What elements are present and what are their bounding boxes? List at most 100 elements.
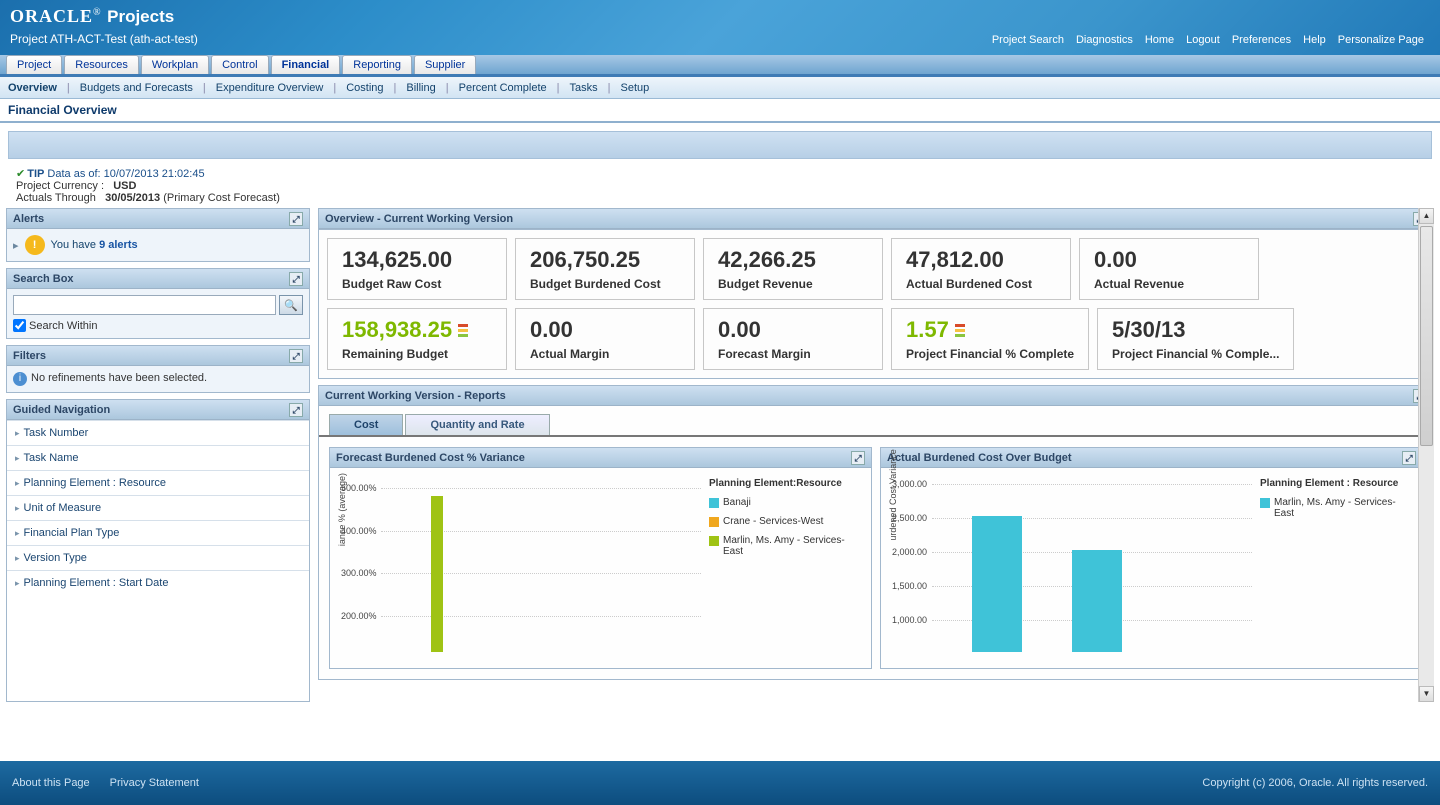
info-block: ✔TIP Data as of: 10/07/2013 21:02:45 Pro…: [0, 163, 1440, 208]
y-axis-label: urdened Cost Variance: [888, 449, 898, 540]
bell-icon: !: [25, 235, 45, 255]
bullet-icon: [458, 324, 470, 339]
guided-item[interactable]: ▸Task Number: [7, 420, 309, 445]
scroll-down-icon[interactable]: ▼: [1419, 686, 1434, 702]
search-panel: Search Box⤢ 🔍 Search Within: [6, 268, 310, 339]
search-within-checkbox[interactable]: [13, 319, 26, 332]
expand-icon[interactable]: ⤢: [289, 272, 303, 286]
subnav-tasks[interactable]: Tasks: [570, 82, 598, 94]
metric-tile: 1.57Project Financial % Complete: [891, 308, 1089, 370]
guided-item[interactable]: ▸Unit of Measure: [7, 495, 309, 520]
tab-control[interactable]: Control: [211, 55, 268, 74]
metric-tile: 0.00Forecast Margin: [703, 308, 883, 370]
legend-title: Planning Element : Resource: [1260, 478, 1412, 489]
subnav-billing[interactable]: Billing: [406, 82, 435, 94]
bar: [431, 496, 443, 652]
brand-logo: ORACLE® Projects: [10, 6, 174, 27]
guided-item[interactable]: ▸Financial Plan Type: [7, 520, 309, 545]
caret-icon[interactable]: ▸: [13, 239, 19, 252]
bar: [1072, 550, 1122, 652]
scrollbar[interactable]: ▲ ▼: [1418, 208, 1434, 702]
toplink-preferences[interactable]: Preferences: [1232, 34, 1291, 46]
search-input[interactable]: [13, 295, 276, 315]
tab-resources[interactable]: Resources: [64, 55, 139, 74]
caret-icon: ▸: [15, 478, 20, 488]
footer: About this Page Privacy Statement Copyrig…: [0, 761, 1440, 805]
tick-label: 500.00%: [341, 483, 377, 493]
metric-tile: 0.00Actual Margin: [515, 308, 695, 370]
subnav-percent-complete[interactable]: Percent Complete: [459, 82, 547, 94]
alerts-link[interactable]: 9 alerts: [99, 239, 138, 251]
report-tab-quantity-and-rate[interactable]: Quantity and Rate: [405, 414, 549, 435]
expand-icon[interactable]: ⤢: [289, 212, 303, 226]
search-button[interactable]: 🔍: [279, 295, 303, 315]
tab-reporting[interactable]: Reporting: [342, 55, 412, 74]
main-tabs: ProjectResourcesWorkplanControlFinancial…: [0, 55, 1440, 77]
alerts-panel: Alerts⤢ ▸ ! You have 9 alerts: [6, 208, 310, 262]
sub-nav: Overview|Budgets and Forecasts|Expenditu…: [0, 77, 1440, 99]
tab-supplier[interactable]: Supplier: [414, 55, 476, 74]
project-title: Project ATH-ACT-Test (ath-act-test): [10, 32, 198, 46]
overview-panel: Overview - Current Working Version⤢: [318, 208, 1434, 230]
tick-label: 400.00%: [341, 526, 377, 536]
scroll-up-icon[interactable]: ▲: [1419, 208, 1434, 224]
expand-icon[interactable]: ⤢: [851, 451, 865, 465]
info-icon: i: [13, 372, 27, 386]
metric-tile: 5/30/13Project Financial % Comple...: [1097, 308, 1294, 370]
legend-item: Crane - Services-West: [709, 516, 861, 527]
subnav-overview[interactable]: Overview: [8, 82, 57, 94]
guided-item[interactable]: ▸Task Name: [7, 445, 309, 470]
toplink-help[interactable]: Help: [1303, 34, 1326, 46]
toplink-project-search[interactable]: Project Search: [992, 34, 1064, 46]
guided-item[interactable]: ▸Planning Element : Start Date: [7, 570, 309, 595]
scroll-thumb[interactable]: [1420, 226, 1433, 446]
expand-icon[interactable]: ⤢: [289, 349, 303, 363]
subnav-expenditure-overview[interactable]: Expenditure Overview: [216, 82, 324, 94]
tick-label: 2,500.00: [892, 513, 927, 523]
caret-icon: ▸: [15, 553, 20, 563]
search-icon: 🔍: [284, 299, 298, 312]
subnav-costing[interactable]: Costing: [346, 82, 383, 94]
toplink-personalize-page[interactable]: Personalize Page: [1338, 34, 1424, 46]
tick-label: 1,000.00: [892, 615, 927, 625]
reports-panel: Current Working Version - Reports⤢ CostQ…: [318, 385, 1434, 680]
toplink-logout[interactable]: Logout: [1186, 34, 1220, 46]
expand-icon[interactable]: ⤢: [289, 403, 303, 417]
caret-icon: ▸: [15, 453, 20, 463]
chart-actual-over-budget: Actual Burdened Cost Over Budget⤢ urdene…: [880, 447, 1423, 669]
copyright: Copyright (c) 2006, Oracle. All rights r…: [1202, 777, 1428, 789]
report-tab-cost[interactable]: Cost: [329, 414, 403, 435]
chart-forecast-variance: Forecast Burdened Cost % Variance⤢ iance…: [329, 447, 872, 669]
guided-item[interactable]: ▸Planning Element : Resource: [7, 470, 309, 495]
caret-icon: ▸: [15, 578, 20, 588]
caret-icon: ▸: [15, 528, 20, 538]
metric-tile: 134,625.00Budget Raw Cost: [327, 238, 507, 300]
page-title: Financial Overview: [0, 99, 1440, 123]
subnav-budgets-and-forecasts[interactable]: Budgets and Forecasts: [80, 82, 193, 94]
tick-label: 2,000.00: [892, 547, 927, 557]
guided-nav-panel: Guided Navigation⤢ ▸Task Number▸Task Nam…: [6, 399, 310, 702]
footer-link[interactable]: Privacy Statement: [110, 777, 199, 789]
toplink-home[interactable]: Home: [1145, 34, 1174, 46]
tick-label: 300.00%: [341, 568, 377, 578]
tick-label: 3,000.00: [892, 479, 927, 489]
footer-link[interactable]: About this Page: [12, 777, 90, 789]
tick-label: 200.00%: [341, 611, 377, 621]
legend-item: Marlin, Ms. Amy - Services-East: [709, 535, 861, 557]
check-icon: ✔: [16, 168, 25, 180]
caret-icon: ▸: [15, 503, 20, 513]
caret-icon: ▸: [15, 428, 20, 438]
bullet-icon: [955, 324, 967, 339]
band: [8, 131, 1432, 159]
bar: [972, 516, 1022, 652]
tab-project[interactable]: Project: [6, 55, 62, 74]
expand-icon[interactable]: ⤢: [1402, 451, 1416, 465]
guided-item[interactable]: ▸Version Type: [7, 545, 309, 570]
metric-tile: 158,938.25Remaining Budget: [327, 308, 507, 370]
tick-label: 1,500.00: [892, 581, 927, 591]
tab-workplan[interactable]: Workplan: [141, 55, 209, 74]
toplink-diagnostics[interactable]: Diagnostics: [1076, 34, 1133, 46]
tab-financial[interactable]: Financial: [271, 55, 341, 74]
subnav-setup[interactable]: Setup: [621, 82, 650, 94]
top-links: Project Search Diagnostics Home Logout Prefe…: [986, 34, 1430, 46]
